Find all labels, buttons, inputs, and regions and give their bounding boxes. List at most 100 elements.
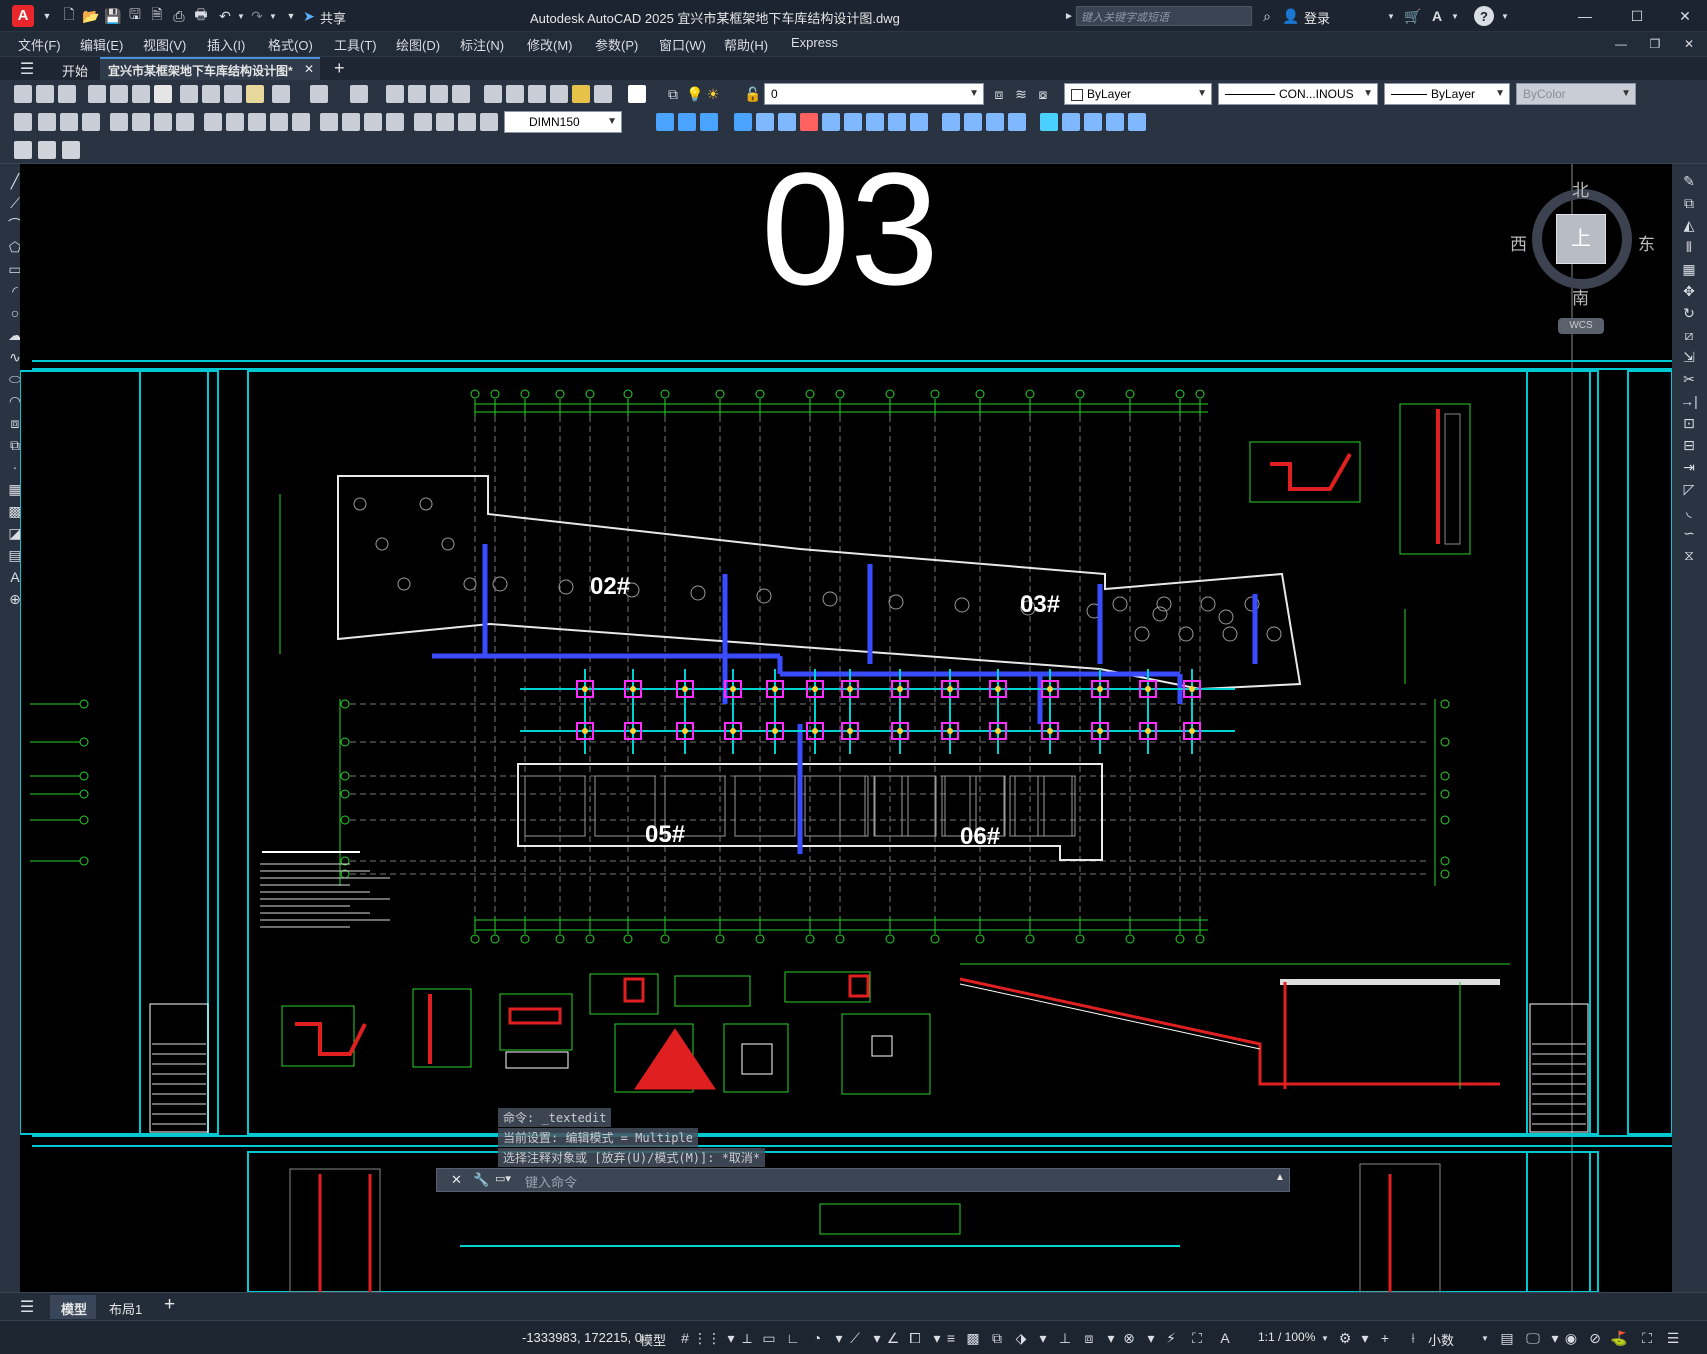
publish-icon[interactable]: ⎙ <box>170 7 188 25</box>
layer-on-bulb-icon[interactable]: 💡 <box>686 85 704 103</box>
menu-item-12[interactable]: Express <box>791 35 838 50</box>
orbit-3-icon[interactable] <box>1084 113 1102 131</box>
cut-icon[interactable] <box>180 85 198 103</box>
inspection-icon[interactable] <box>364 113 382 131</box>
scale-tool-icon[interactable]: ⧄ <box>1680 326 1698 344</box>
ucs-7-icon[interactable] <box>866 113 884 131</box>
dim-diameter-icon[interactable] <box>154 113 172 131</box>
menu-item-9[interactable]: 参数(P) <box>595 35 638 54</box>
rotate-tool-icon[interactable]: ↻ <box>1680 304 1698 322</box>
redo-tb-icon[interactable] <box>350 85 368 103</box>
polar-tracking-icon[interactable]: ◔ <box>808 1329 826 1347</box>
viewcube-west[interactable]: 西 <box>1510 230 1527 255</box>
array-tool-icon[interactable]: ▦ <box>1680 260 1698 278</box>
chamfer-tool-icon[interactable]: ◸ <box>1680 480 1698 498</box>
object-snap-icon[interactable]: ⧠ <box>906 1329 924 1347</box>
annotation-scale[interactable]: 1:1 / 100% <box>1258 1330 1315 1344</box>
dim-edit-icon[interactable] <box>414 113 432 131</box>
selection-filter-icon[interactable]: ⧈ <box>1080 1329 1098 1347</box>
viewcube-north[interactable]: 北 <box>1572 176 1589 201</box>
selection-filter-dropdown-icon[interactable]: ▾ <box>1102 1329 1120 1347</box>
doc-restore-icon[interactable]: ❐ <box>1646 35 1664 53</box>
graphics-performance-icon[interactable]: ⊘ <box>1586 1329 1604 1347</box>
login-dropdown-icon[interactable]: ▼ <box>1382 7 1400 25</box>
plot-tb-icon[interactable] <box>88 85 106 103</box>
design-center-icon[interactable] <box>506 85 524 103</box>
properties-icon[interactable] <box>484 85 502 103</box>
linetype-dropdown[interactable]: CON...INOUS ▼ <box>1218 83 1378 105</box>
dim-update-icon[interactable] <box>458 113 476 131</box>
quickcalc-icon[interactable] <box>594 85 612 103</box>
menu-item-2[interactable]: 视图(V) <box>143 35 186 54</box>
doc-minimize-icon[interactable]: — <box>1612 35 1630 53</box>
command-input[interactable]: 键入命令 <box>525 1172 577 1191</box>
units-icon[interactable]: ⟊ <box>1404 1329 1422 1347</box>
annotation-scale-dropdown-icon[interactable]: ▼ <box>1316 1329 1334 1347</box>
lineweight-icon[interactable]: ≡ <box>942 1329 960 1347</box>
menu-item-11[interactable]: 帮助(H) <box>724 35 768 54</box>
dim-aligned-icon[interactable] <box>38 113 56 131</box>
dim-space-icon[interactable] <box>270 113 288 131</box>
annotation-monitor-icon[interactable]: + <box>1376 1329 1394 1347</box>
offset-tool-icon[interactable]: ⫴ <box>1680 238 1698 256</box>
app-logo[interactable]: A <box>12 5 34 27</box>
publish-tb-icon[interactable] <box>132 85 150 103</box>
object-snap-tracking-icon[interactable]: ∠ <box>884 1329 902 1347</box>
help-dropdown-icon[interactable]: ▼ <box>1496 7 1514 25</box>
viewcube-east[interactable]: 东 <box>1638 230 1655 255</box>
app-menu-chevron-icon[interactable]: ▼ <box>38 7 56 25</box>
quick-dim-icon[interactable] <box>204 113 222 131</box>
orbit-5-icon[interactable] <box>1128 113 1146 131</box>
units-readout[interactable]: 小数 <box>1428 1330 1454 1349</box>
units-dropdown-icon[interactable]: ▼ <box>1476 1329 1494 1347</box>
ucs-3-icon[interactable] <box>778 113 796 131</box>
share-icon[interactable]: ➤ <box>300 7 318 25</box>
drawing-area[interactable]: 03 02# 03# 05# 06# 上 北 南 西 东 WCS 命令: _te… <box>20 164 1672 1292</box>
login-label[interactable]: 登录 <box>1304 8 1330 27</box>
undo-tb-icon[interactable] <box>310 85 328 103</box>
copy-icon[interactable] <box>202 85 220 103</box>
make-block-icon[interactable] <box>38 141 56 159</box>
ucs-6-icon[interactable] <box>844 113 862 131</box>
pan-icon[interactable] <box>386 85 404 103</box>
dim-linear-icon[interactable] <box>14 113 32 131</box>
copy-tool-icon[interactable]: ⧉ <box>1680 194 1698 212</box>
match-prop-icon[interactable] <box>246 85 264 103</box>
command-recent-icon[interactable]: ▭▾ <box>495 1172 511 1185</box>
orbit-4-icon[interactable] <box>1106 113 1124 131</box>
clean-screen-icon[interactable]: ⛶ <box>1638 1329 1656 1347</box>
add-layout-button[interactable]: + <box>164 1294 175 1316</box>
command-expand-icon[interactable]: ▲ <box>1275 1172 1285 1183</box>
viewcube-top-face[interactable]: 上 <box>1556 214 1606 264</box>
sheet-set-icon[interactable] <box>550 85 568 103</box>
ucs-2-icon[interactable] <box>756 113 774 131</box>
plot-icon[interactable]: 🖶 <box>192 6 210 25</box>
markup-icon[interactable] <box>572 85 590 103</box>
view-3d-1-icon[interactable] <box>656 113 674 131</box>
menu-item-5[interactable]: 工具(T) <box>334 35 377 54</box>
tab-start[interactable]: 开始 <box>52 57 98 81</box>
blend-curves-tool-icon[interactable]: ∽ <box>1680 524 1698 542</box>
cart-icon[interactable]: 🛒 <box>1404 7 1422 25</box>
tolerance-icon[interactable] <box>320 113 338 131</box>
layer-previous-icon[interactable]: ≋ <box>1012 85 1030 103</box>
plotstyle-dropdown[interactable]: ByColor ▼ <box>1516 83 1636 105</box>
orbit-1-icon[interactable] <box>1040 113 1058 131</box>
open-icon[interactable] <box>36 85 54 103</box>
dim-text-edit-icon[interactable] <box>436 113 454 131</box>
dim-break-icon[interactable] <box>292 113 310 131</box>
help-tb-icon[interactable] <box>628 85 646 103</box>
layer-freeze-sun-icon[interactable]: ☀ <box>704 85 722 103</box>
stretch-tool-icon[interactable]: ⇲ <box>1680 348 1698 366</box>
block-editor-tb-icon[interactable] <box>272 85 290 103</box>
customize-status-icon[interactable]: ☰ <box>1664 1329 1682 1347</box>
dynamic-input-icon[interactable]: ▭ <box>760 1329 778 1347</box>
close-icon[interactable]: ✕ <box>1676 7 1694 25</box>
command-customize-icon[interactable]: 🔧 <box>473 1172 489 1188</box>
ucs-9-icon[interactable] <box>910 113 928 131</box>
trim-tool-icon[interactable]: ✂ <box>1680 370 1698 388</box>
coordinates-readout[interactable]: -1333983, 172215, 0 <box>522 1330 642 1345</box>
open-folder-icon[interactable]: 📂 <box>82 7 100 25</box>
new-file-icon[interactable]: 🗋 <box>60 6 78 25</box>
menu-item-6[interactable]: 绘图(D) <box>396 35 440 54</box>
